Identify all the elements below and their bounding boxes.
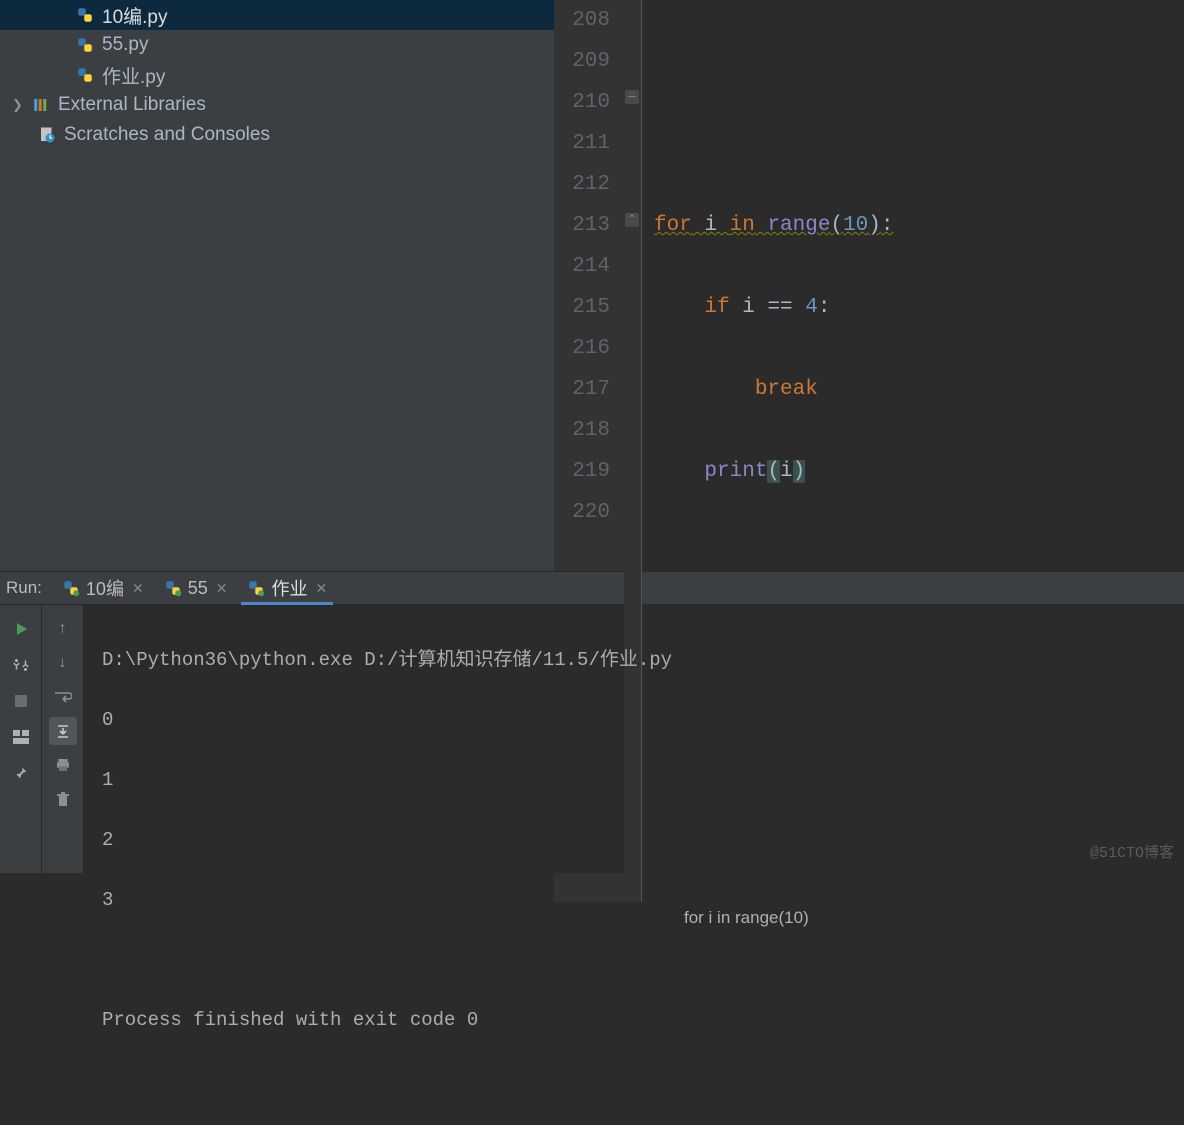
- softwrap-button[interactable]: [49, 683, 77, 711]
- watermark: @51CTO博客: [1090, 839, 1174, 869]
- close-icon[interactable]: ✕: [132, 580, 144, 597]
- number-literal: 10: [843, 214, 868, 237]
- python-file-icon: [76, 36, 94, 54]
- number-literal: 4: [805, 296, 818, 319]
- paren-open: (: [830, 214, 843, 237]
- close-icon[interactable]: ✕: [216, 580, 228, 597]
- run-tab-label: 55: [188, 578, 208, 599]
- chevron-right-icon: ❯: [12, 97, 28, 113]
- libraries-icon: [32, 96, 50, 114]
- colon: :: [818, 296, 831, 319]
- run-tab[interactable]: 作业 ✕: [237, 572, 337, 604]
- console-output[interactable]: D:\Python36\python.exe D:/计算机知识存储/11.5/作…: [84, 605, 1184, 873]
- python-file-icon: [76, 6, 94, 24]
- print-button[interactable]: [49, 751, 77, 779]
- external-libraries-item[interactable]: ❯ External Libraries: [0, 90, 554, 120]
- console-out-line: 3: [102, 885, 1166, 915]
- scroll-to-end-button[interactable]: [49, 717, 77, 745]
- variable-i: i: [780, 460, 793, 483]
- console-command-line: D:\Python36\python.exe D:/计算机知识存储/11.5/作…: [102, 645, 1166, 675]
- file-name-label: 作业.py: [102, 62, 165, 89]
- line-number: 217: [564, 369, 610, 410]
- keyword-if: if: [704, 296, 729, 319]
- stop-button[interactable]: [7, 687, 35, 715]
- python-file-icon: [76, 66, 94, 84]
- keyword-for: for: [654, 214, 692, 237]
- line-number: 218: [564, 410, 610, 451]
- run-toolbar-nav: ↑ ↓: [42, 605, 84, 873]
- run-toolbar-left: [0, 605, 42, 873]
- paren-open-highlight: (: [767, 460, 780, 483]
- delete-button[interactable]: [49, 785, 77, 813]
- line-number: 211: [564, 123, 610, 164]
- code-text: i: [692, 214, 730, 237]
- python-run-icon: [247, 579, 265, 597]
- code-text: i ==: [730, 296, 806, 319]
- pin-button[interactable]: [7, 759, 35, 787]
- line-number: 216: [564, 328, 610, 369]
- python-run-icon: [62, 579, 80, 597]
- paren-close-highlight: ): [793, 460, 806, 483]
- fold-end-icon[interactable]: ⌃: [625, 213, 639, 227]
- run-panel-label: Run:: [0, 578, 52, 598]
- console-out-line: 0: [102, 705, 1166, 735]
- settings-button[interactable]: [7, 651, 35, 679]
- builtin-print: print: [704, 460, 767, 483]
- file-name-label: 55.py: [102, 34, 148, 56]
- file-tree-item[interactable]: 作业.py: [0, 60, 554, 90]
- console-out-line: 1: [102, 765, 1166, 795]
- fold-start-icon[interactable]: ─: [625, 90, 639, 104]
- line-number: 210: [564, 82, 610, 123]
- console-exit-line: Process finished with exit code 0: [102, 1005, 1166, 1035]
- close-icon[interactable]: ✕: [315, 580, 327, 597]
- run-tab-label: 作业: [271, 575, 307, 601]
- editor-area[interactable]: 208 209 210 211 212 213 214 215 216 217 …: [554, 0, 1184, 571]
- down-button[interactable]: ↓: [49, 649, 77, 677]
- project-tree[interactable]: 10编.py 55.py 作业.py ❯ External Libraries …: [0, 0, 554, 571]
- line-number: 215: [564, 287, 610, 328]
- builtin-range: range: [755, 214, 831, 237]
- scratches-label: Scratches and Consoles: [64, 124, 270, 146]
- file-tree-item[interactable]: 10编.py: [0, 0, 554, 30]
- line-number: 214: [564, 246, 610, 287]
- line-number: 209: [564, 41, 610, 82]
- rerun-button[interactable]: [7, 615, 35, 643]
- run-tab[interactable]: 10编 ✕: [52, 572, 154, 604]
- run-tabs-bar: Run: 10编 ✕ 55 ✕ 作业 ✕: [0, 571, 1184, 605]
- up-button[interactable]: ↑: [49, 615, 77, 643]
- console-out-line: 2: [102, 825, 1166, 855]
- scratches-icon: [38, 126, 56, 144]
- python-run-icon: [164, 579, 182, 597]
- line-number: 220: [564, 492, 610, 533]
- line-number: 212: [564, 164, 610, 205]
- layout-button[interactable]: [7, 723, 35, 751]
- file-tree-item[interactable]: 55.py: [0, 30, 554, 60]
- keyword-break: break: [755, 378, 818, 401]
- run-tab-label: 10编: [86, 575, 124, 601]
- scratches-item[interactable]: Scratches and Consoles: [0, 120, 554, 150]
- line-number: 208: [564, 0, 610, 41]
- paren-close: ): [868, 214, 881, 237]
- run-tab[interactable]: 55 ✕: [154, 572, 238, 604]
- colon: :: [881, 214, 894, 237]
- file-name-label: 10编.py: [102, 2, 167, 29]
- line-number: 219: [564, 451, 610, 492]
- external-libraries-label: External Libraries: [58, 94, 206, 116]
- keyword-in: in: [730, 214, 755, 237]
- line-number: 213: [564, 205, 610, 246]
